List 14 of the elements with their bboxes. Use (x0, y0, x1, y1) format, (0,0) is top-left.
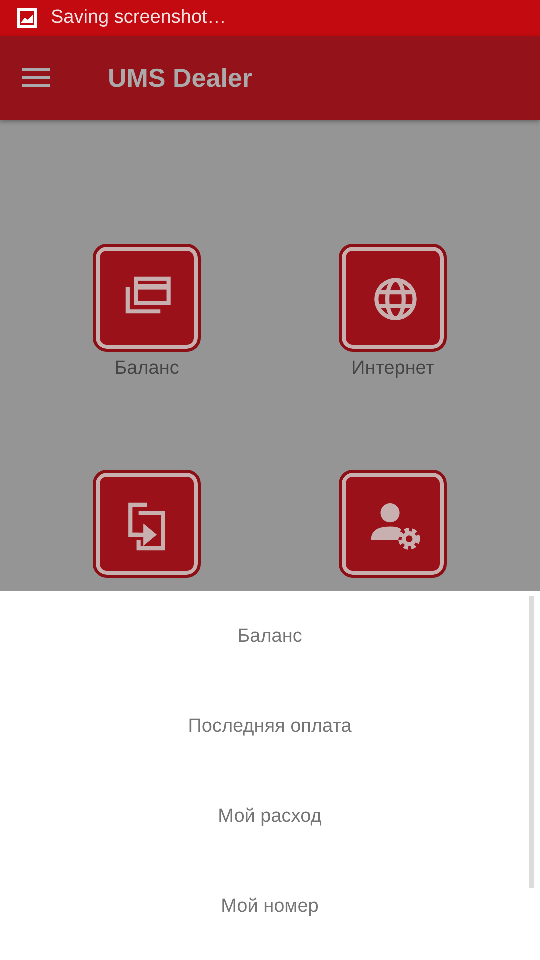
app-title: UMS Dealer (108, 62, 252, 94)
tile-label: Баланс (114, 358, 180, 380)
menu-item[interactable]: Последняя оплата (0, 682, 540, 772)
menu-item[interactable]: Мой расход (0, 772, 540, 862)
menu-item[interactable]: Баланс (0, 592, 540, 682)
tile-button[interactable] (339, 470, 447, 578)
menu-button[interactable] (22, 68, 50, 88)
tile-button[interactable] (93, 470, 201, 578)
notification-text: Saving screenshot… (51, 7, 226, 29)
tile-button[interactable] (339, 244, 447, 352)
menu-item[interactable]: Мой номер (0, 862, 540, 952)
tile-button[interactable] (93, 244, 201, 352)
tile-label: Интернет (352, 358, 434, 380)
image-icon (17, 8, 37, 28)
